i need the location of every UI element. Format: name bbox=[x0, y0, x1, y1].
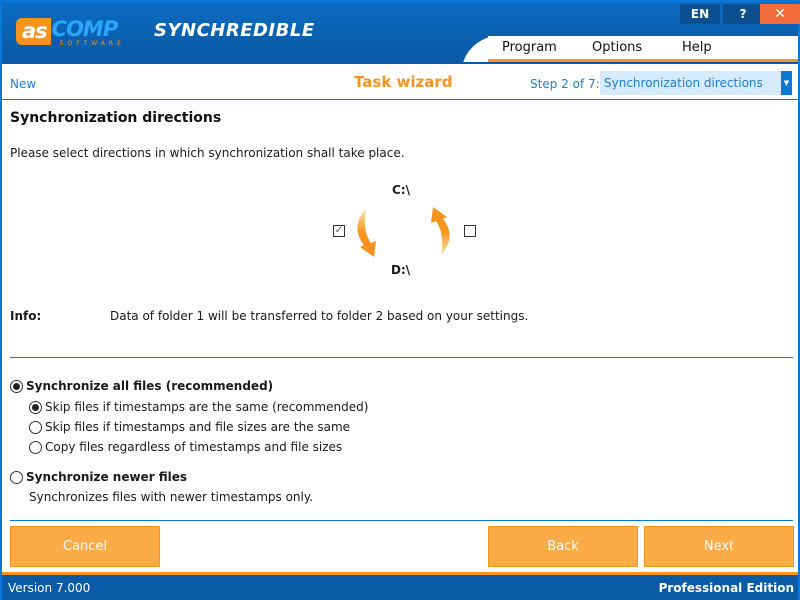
version-label: Version 7.000 bbox=[8, 581, 91, 595]
ascomp-logo: as COMP SOFTWARE bbox=[16, 18, 125, 50]
menu-help[interactable]: Help bbox=[682, 40, 712, 55]
menu-program[interactable]: Program bbox=[502, 40, 557, 55]
next-button[interactable]: Next bbox=[644, 526, 794, 567]
logo-as: as bbox=[16, 18, 51, 45]
menu-bar: Program Options Help bbox=[488, 36, 798, 62]
sync-all-radio[interactable]: Synchronize all files (recommended) bbox=[10, 379, 273, 393]
info-label: Info: bbox=[10, 309, 42, 323]
help-button[interactable]: ? bbox=[723, 4, 763, 24]
copy-regardless-label: Copy files regardless of timestamps and … bbox=[45, 440, 343, 454]
new-link[interactable]: New bbox=[10, 77, 36, 91]
wizard-title: Task wizard bbox=[354, 73, 453, 91]
skip-timestamps-label: Skip files if timestamps are the same (r… bbox=[45, 400, 369, 414]
sync-newer-label: Synchronize newer files bbox=[26, 470, 188, 484]
radio-empty-icon bbox=[29, 420, 42, 434]
section-description: Please select directions in which synchr… bbox=[10, 146, 405, 160]
cancel-button[interactable]: Cancel bbox=[10, 526, 160, 567]
skip-timestamps-radio[interactable]: Skip files if timestamps are the same (r… bbox=[29, 400, 368, 414]
status-bar: Version 7.000 Professional Edition bbox=[2, 572, 798, 600]
wizard-bar: New Task wizard Step 2 of 7: Synchroniza… bbox=[2, 64, 798, 100]
arrow-down-icon bbox=[357, 209, 376, 257]
info-text: Data of folder 1 will be transferred to … bbox=[110, 309, 529, 323]
arrow-up-icon bbox=[431, 207, 450, 255]
close-button[interactable]: ✕ bbox=[760, 4, 800, 24]
logo-tagline: SOFTWARE bbox=[59, 40, 125, 47]
divider bbox=[10, 520, 793, 521]
back-button[interactable]: Back bbox=[488, 526, 638, 567]
copy-regardless-radio[interactable]: Copy files regardless of timestamps and … bbox=[29, 440, 342, 454]
step-label: Step 2 of 7: bbox=[530, 77, 600, 91]
logo-comp: COMP bbox=[51, 17, 119, 41]
skip-timestamps-sizes-label: Skip files if timestamps and file sizes … bbox=[45, 420, 351, 434]
sync-newer-radio[interactable]: Synchronize newer files bbox=[10, 470, 187, 484]
sync-newer-description: Synchronizes files with newer timestamps… bbox=[29, 490, 314, 504]
skip-timestamps-sizes-radio[interactable]: Skip files if timestamps and file sizes … bbox=[29, 420, 350, 434]
chevron-down-icon: ▼ bbox=[781, 71, 792, 95]
sync-all-label: Synchronize all files (recommended) bbox=[26, 379, 274, 393]
radio-empty-icon bbox=[29, 440, 42, 454]
folder2-label: D:\ bbox=[391, 263, 411, 277]
radio-selected-icon bbox=[29, 400, 42, 414]
folder1-label: C:\ bbox=[392, 183, 410, 197]
close-icon: ✕ bbox=[774, 6, 786, 22]
radio-empty-icon bbox=[10, 470, 23, 484]
divider bbox=[10, 357, 793, 358]
direction-down-checkbox[interactable]: ✓ bbox=[333, 225, 345, 237]
check-icon: ✓ bbox=[334, 225, 344, 236]
step-dropdown[interactable]: Synchronization directions ▼ bbox=[600, 71, 792, 95]
radio-selected-icon bbox=[10, 379, 23, 393]
direction-up-checkbox[interactable] bbox=[464, 225, 476, 237]
app-name: SYNCHREDIBLE bbox=[154, 20, 315, 41]
section-title: Synchronization directions bbox=[10, 110, 222, 126]
edition-label: Professional Edition bbox=[658, 581, 794, 595]
header-bar: as COMP SOFTWARE SYNCHREDIBLE EN ? ✕ Pro… bbox=[2, 2, 800, 64]
app-window: as COMP SOFTWARE SYNCHREDIBLE EN ? ✕ Pro… bbox=[0, 0, 800, 600]
language-button[interactable]: EN bbox=[680, 4, 720, 24]
step-dropdown-value: Synchronization directions bbox=[604, 76, 763, 90]
menu-options[interactable]: Options bbox=[592, 40, 642, 55]
